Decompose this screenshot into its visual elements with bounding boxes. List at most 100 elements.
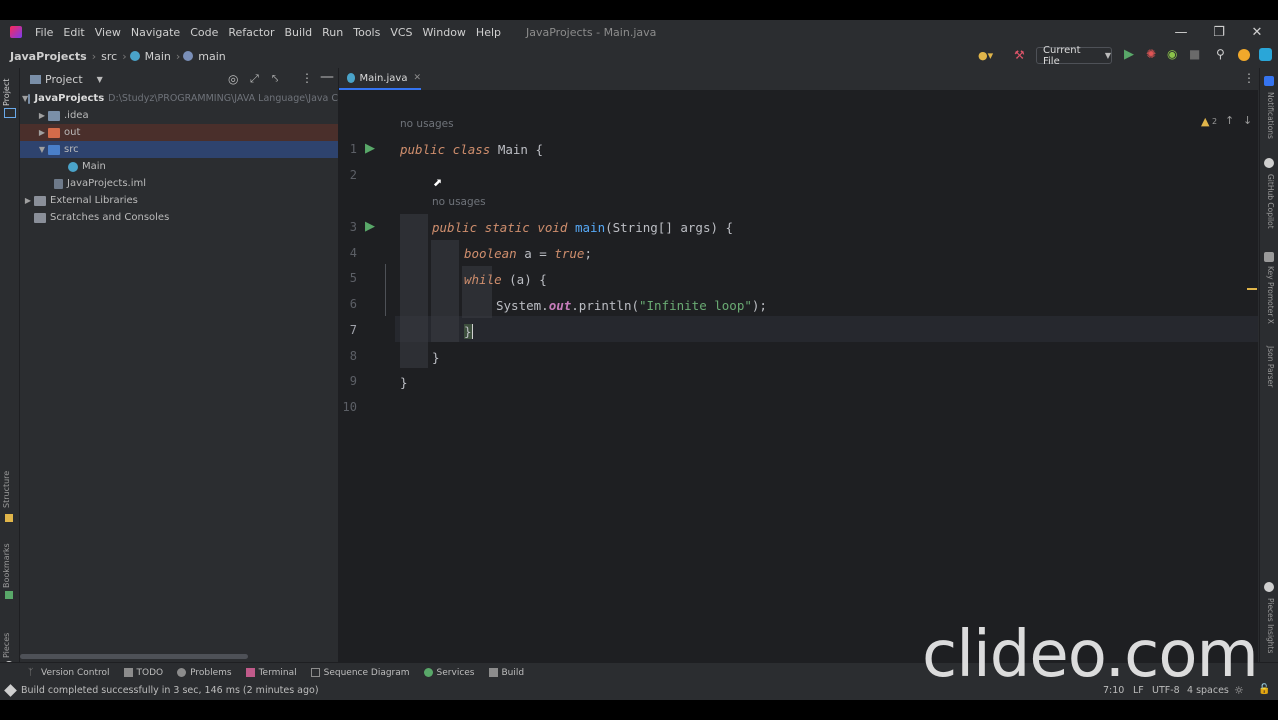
run-icon[interactable]: ▶ [1124,47,1134,62]
minimize-icon[interactable]: — [1162,20,1200,44]
build-tab[interactable]: Build [488,668,524,678]
menu-file[interactable]: File [30,26,58,39]
editor-options-icon[interactable]: ⋮ [1243,71,1255,85]
notifications-tool-label[interactable]: Notifications [1266,92,1275,139]
project-view-label[interactable]: Project [45,73,83,86]
run-main-gutter-icon[interactable]: ▶ [365,219,375,234]
code-line-3[interactable]: public static void main(String[] args) { [432,220,733,235]
pieces-insights-tool-label[interactable]: Pieces Insights [1266,598,1275,653]
expand-all-icon[interactable]: ⤢ [250,72,259,86]
tree-item-out[interactable]: ▶ out [20,124,338,141]
menu-edit[interactable]: Edit [58,26,89,39]
close-tab-icon[interactable]: ✕ [413,73,421,83]
layers-icon[interactable] [4,684,17,697]
tree-item-project-root[interactable]: ▼ JavaProjects D:\Studyz\PROGRAMMING\JAV… [20,90,338,107]
services-tab[interactable]: Services [423,668,475,678]
breadcrumb-src[interactable]: src [99,50,119,63]
run-class-gutter-icon[interactable]: ▶ [365,141,375,156]
stop-icon[interactable]: ■ [1189,47,1200,61]
todo-tab[interactable]: TODO [123,668,163,678]
code-line-5[interactable]: while (a) { [464,272,547,287]
breadcrumb-project[interactable]: JavaProjects [8,50,89,63]
string-literal: "Infinite loop" [639,298,752,313]
problems-tab[interactable]: Problems [177,668,232,678]
users-icon[interactable]: ●▾ [978,49,993,62]
menu-window[interactable]: Window [418,26,471,39]
code-line-8[interactable]: } [432,350,440,365]
tree-item-idea[interactable]: ▶ .idea [20,107,338,124]
menu-view[interactable]: View [90,26,126,39]
editor-gutter[interactable]: 1 2 3 4 5 6 7 8 9 10 ▶ ▶ 💡 [339,90,420,680]
key-promoter-tool-label[interactable]: Key Promoter X [1266,266,1275,324]
terminal-tab[interactable]: Terminal [245,668,297,678]
status-message[interactable]: Build completed successfully in 3 sec, 1… [21,685,319,696]
coverage-icon[interactable]: ◉ [1167,47,1177,61]
update-icon[interactable] [1238,49,1250,61]
plugin-icon[interactable] [1259,48,1272,61]
tree-item-external-libraries[interactable]: ▶ External Libraries [20,192,338,209]
error-stripe-marker[interactable] [1247,288,1257,290]
horizontal-scrollbar[interactable] [20,654,248,659]
notifications-icon[interactable] [1264,76,1274,86]
hide-panel-icon[interactable]: — [320,69,334,85]
hammer-icon[interactable]: ⚒ [1014,48,1025,62]
structure-icon[interactable] [5,514,13,522]
tree-item-iml[interactable]: JavaProjects.iml [20,175,338,192]
next-highlight-icon[interactable]: ↓ [1243,114,1252,127]
warning-icon[interactable]: ▲ [1201,115,1209,128]
copilot-tool-label[interactable]: GitHub Copilot [1266,174,1275,229]
lock-icon[interactable]: 🔓 [1258,684,1270,695]
copilot-icon[interactable] [1264,158,1274,168]
code-line-1[interactable]: public class Main { [400,142,543,157]
tree-item-src[interactable]: ▼ src [20,141,338,158]
chevron-right-icon[interactable]: ▶ [36,128,48,137]
tree-item-main[interactable]: Main [20,158,338,175]
menu-code[interactable]: Code [185,26,223,39]
code-editor[interactable]: Main.java ✕ ⋮ ▲ 2 ↑ ↓ 1 2 3 4 5 6 7 8 9 … [339,68,1258,680]
breadcrumb-main-class[interactable]: Main [143,50,173,63]
chevron-down-icon[interactable]: ▼ [97,75,103,84]
class-icon [347,73,356,83]
close-window-icon[interactable]: ✕ [1238,20,1276,44]
tab-main-java[interactable]: Main.java ✕ [339,68,421,90]
code-line-9[interactable]: } [400,375,408,390]
menu-help[interactable]: Help [471,26,506,39]
breadcrumb-main-method[interactable]: main [196,50,227,63]
bookmark-icon[interactable] [5,591,13,599]
search-icon[interactable]: ⚲ [1216,47,1225,61]
menu-build[interactable]: Build [280,26,318,39]
menu-run[interactable]: Run [317,26,348,39]
bookmarks-tool-label[interactable]: Bookmarks [2,543,11,588]
chevron-right-icon[interactable]: ▶ [22,196,34,205]
usage-hint[interactable]: no usages [432,196,486,208]
code-line-7[interactable]: } [464,324,473,339]
run-config-dropdown[interactable]: Current File ▼ [1036,45,1112,67]
line-number: 6 [349,297,357,311]
code-line-4[interactable]: boolean a = true; [464,246,592,261]
structure-tool-label[interactable]: Structure [2,471,11,508]
chevron-right-icon[interactable]: ▶ [36,111,48,120]
project-tool-icon[interactable] [4,108,16,118]
restore-icon[interactable]: ❐ [1200,20,1238,44]
version-control-tab[interactable]: ᛉ Version Control [28,668,110,679]
collapse-all-icon[interactable]: ⤣ [272,72,278,86]
tree-item-scratches[interactable]: Scratches and Consoles [20,209,338,226]
usage-hint[interactable]: no usages [400,118,454,130]
pieces-insights-icon[interactable] [1264,582,1274,592]
pieces-tool-label[interactable]: Pieces [2,633,11,658]
menu-vcs[interactable]: VCS [385,26,417,39]
menu-refactor[interactable]: Refactor [223,26,279,39]
scratches-icon [34,212,46,223]
project-tool-label[interactable]: Project [2,79,11,106]
key-promoter-icon[interactable] [1264,252,1274,262]
json-parser-tool-label[interactable]: Json Parser [1266,346,1275,387]
menu-navigate[interactable]: Navigate [126,26,185,39]
chevron-down-icon[interactable]: ▼ [36,145,48,154]
debug-icon[interactable]: ✺ [1146,47,1156,61]
menu-tools[interactable]: Tools [348,26,385,39]
options-icon[interactable]: ⋮ [301,71,313,85]
previous-highlight-icon[interactable]: ↑ [1225,114,1234,127]
code-line-6[interactable]: System.out.println("Infinite loop"); [496,298,767,313]
sequence-diagram-tab[interactable]: Sequence Diagram [310,668,410,678]
locate-icon[interactable]: ◎ [228,72,238,86]
